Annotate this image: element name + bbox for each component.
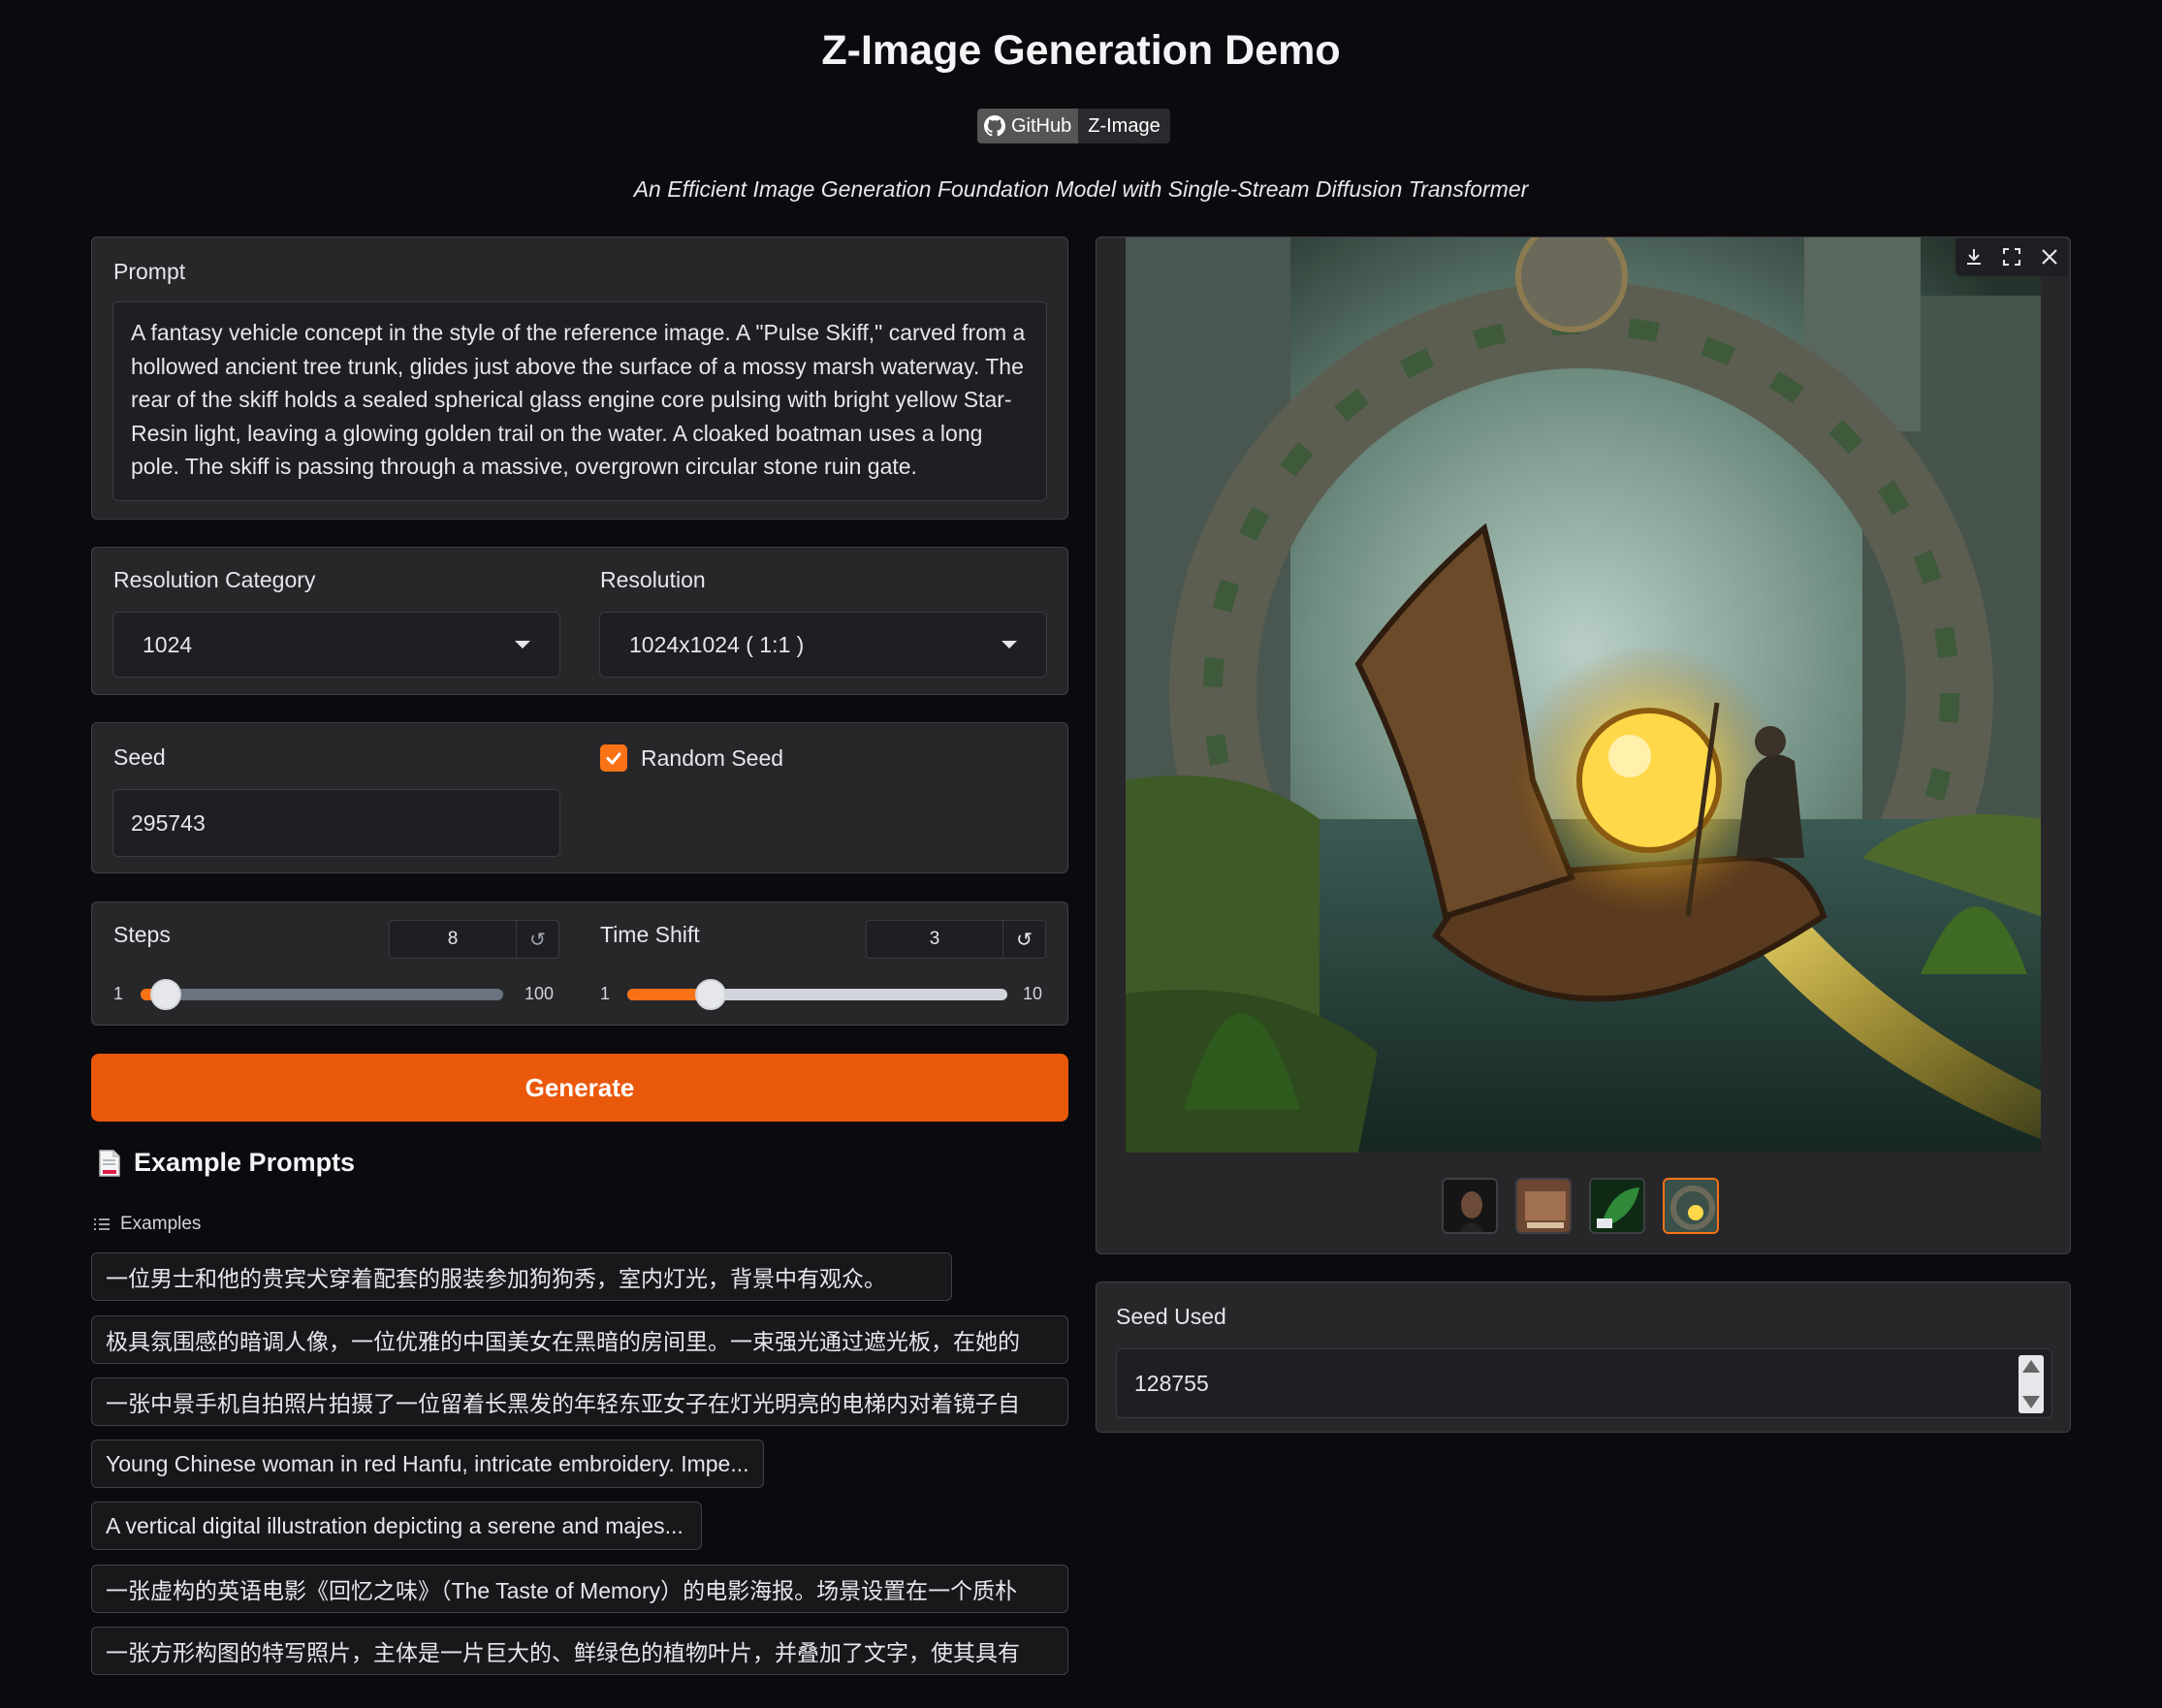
generated-image[interactable] [1126, 237, 2041, 1153]
github-icon [984, 115, 1005, 137]
resolution-label: Resolution [600, 567, 706, 592]
resolution-category-dropdown[interactable]: 1024 [112, 612, 560, 678]
seed-label: Seed [113, 744, 166, 770]
resolution-dropdown[interactable]: 1024x1024 ( 1:1 ) [599, 612, 1047, 678]
seed-used-panel: Seed Used 128755 [1096, 1281, 2071, 1433]
github-badge-label: GitHub [977, 109, 1079, 143]
fullscreen-icon[interactable] [2002, 247, 2021, 267]
thumbnail-portrait[interactable] [1442, 1178, 1498, 1234]
steps-min: 1 [113, 984, 124, 1003]
time-shift-min: 1 [600, 984, 611, 1003]
caret-down-icon [1002, 641, 1017, 648]
close-icon[interactable] [2040, 247, 2059, 267]
thumbnail-poster[interactable] [1515, 1178, 1572, 1234]
page-subtitle: An Efficient Image Generation Foundation… [633, 176, 1529, 202]
list-icon [94, 1218, 110, 1230]
steps-label: Steps [113, 922, 171, 947]
caret-down-icon [515, 641, 530, 648]
time-shift-label: Time Shift [600, 922, 700, 947]
thumbnail-leaf[interactable] [1589, 1178, 1645, 1234]
github-badge-repo: Z-Image [1078, 109, 1170, 143]
examples-label: Examples [93, 1214, 201, 1235]
steps-max: 100 [525, 984, 555, 1003]
reset-icon[interactable]: ↺ [1002, 921, 1045, 958]
number-spinner[interactable] [2019, 1355, 2044, 1413]
example-item[interactable]: Young Chinese woman in red Hanfu, intric… [91, 1439, 764, 1488]
example-item[interactable]: 一位男士和他的贵宾犬穿着配套的服装参加狗狗秀，室内灯光，背景中有观众。 [91, 1252, 952, 1301]
example-prompts-heading: Example Prompts [97, 1148, 355, 1178]
download-icon[interactable] [1964, 247, 1984, 267]
resolution-value: 1024x1024 ( 1:1 ) [629, 631, 805, 657]
time-shift-max: 10 [1023, 984, 1043, 1003]
example-item[interactable]: 极具氛围感的暗调人像，一位优雅的中国美女在黑暗的房间里。一束强光通过遮光板，在她… [91, 1315, 1068, 1364]
gallery-thumbnails [1442, 1178, 1719, 1234]
thumbnail-skiff[interactable] [1663, 1178, 1719, 1234]
spinner-down-icon[interactable] [2022, 1396, 2040, 1408]
checkmark-icon[interactable] [600, 744, 627, 772]
random-seed-label: Random Seed [641, 744, 784, 771]
steps-number-input[interactable]: 8 ↺ [389, 920, 559, 959]
time-shift-value: 3 [929, 929, 940, 949]
prompt-textarea[interactable]: A fantasy vehicle concept in the style o… [112, 301, 1047, 501]
seed-input[interactable]: 295743 [112, 789, 560, 857]
prompt-label: Prompt [113, 259, 186, 284]
reset-icon[interactable]: ↺ [516, 921, 558, 958]
time-shift-slider-handle[interactable] [695, 979, 727, 1010]
output-gallery [1096, 237, 2071, 1254]
spinner-up-icon[interactable] [2022, 1360, 2040, 1373]
document-icon [99, 1149, 120, 1177]
steps-slider-handle[interactable] [150, 979, 182, 1010]
sliders-panel: Steps 8 ↺ 1 100 Time Shift 3 ↺ 1 10 [91, 901, 1068, 1026]
generate-button[interactable]: Generate [91, 1054, 1068, 1122]
example-item[interactable]: 一张方形构图的特写照片，主体是一片巨大的、鲜绿色的植物叶片，并叠加了文字，使其具… [91, 1627, 1068, 1675]
resolution-category-value: 1024 [143, 631, 193, 657]
resolution-panel: Resolution Category Resolution 1024 1024… [91, 547, 1068, 695]
seed-used-label: Seed Used [1116, 1304, 1226, 1329]
example-item[interactable]: 一张虚构的英语电影《回忆之味》（The Taste of Memory）的电影海… [91, 1565, 1068, 1613]
image-toolbar [1955, 237, 2068, 276]
seed-used-input[interactable]: 128755 [1116, 1348, 2052, 1418]
steps-value: 8 [447, 929, 459, 949]
seed-used-value: 128755 [1134, 1370, 1209, 1396]
time-shift-number-input[interactable]: 3 ↺ [866, 920, 1046, 959]
steps-slider[interactable] [141, 979, 503, 1010]
time-shift-slider[interactable] [627, 979, 1007, 1010]
example-prompts-title: Example Prompts [134, 1148, 356, 1177]
seed-panel: Seed 295743 Random Seed [91, 722, 1068, 873]
random-seed-checkbox[interactable]: Random Seed [600, 744, 783, 772]
example-item[interactable]: 一张中景手机自拍照片拍摄了一位留着长黑发的年轻东亚女子在灯光明亮的电梯内对着镜子… [91, 1377, 1068, 1426]
example-item[interactable]: A vertical digital illustration depictin… [91, 1502, 702, 1550]
page-title: Z-Image Generation Demo [821, 27, 1341, 74]
resolution-category-label: Resolution Category [113, 567, 316, 592]
github-badge[interactable]: GitHub Z-Image [977, 109, 1170, 143]
prompt-panel: Prompt A fantasy vehicle concept in the … [91, 237, 1068, 520]
